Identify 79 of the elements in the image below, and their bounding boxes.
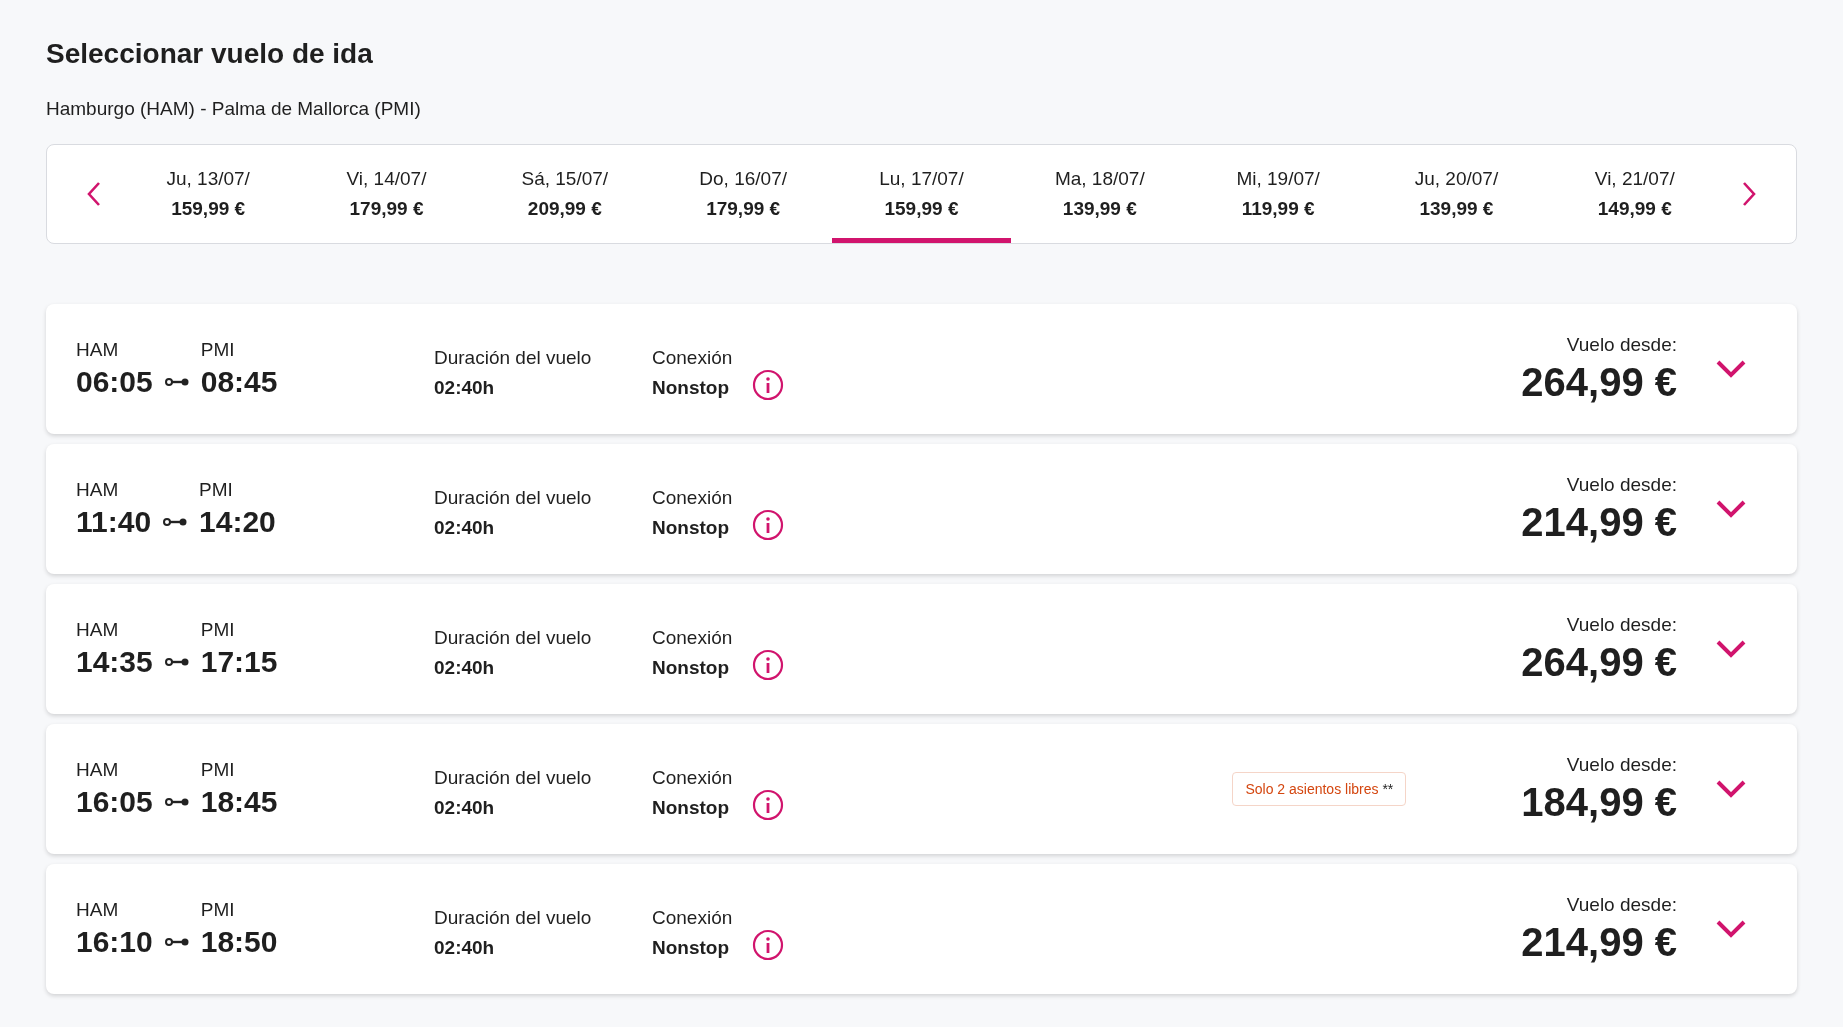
duration-value: 02:40h xyxy=(434,657,496,679)
duration-label: Duración del vuelo xyxy=(434,347,593,369)
date-tab[interactable]: Do, 16/07/ 179,99 € xyxy=(654,145,833,243)
connection-value: Nonstop xyxy=(652,797,731,819)
date-tab[interactable]: Vi, 14/07/ 179,99 € xyxy=(297,145,476,243)
chevron-left-icon[interactable] xyxy=(86,181,102,207)
arrival-time: 17:15 xyxy=(200,645,278,679)
arrival-time: 08:45 xyxy=(200,365,278,399)
info-icon[interactable] xyxy=(752,509,785,541)
airport-code: PMI xyxy=(200,759,236,781)
duration-value: 02:40h xyxy=(434,797,496,819)
airport-code: PMI xyxy=(200,339,236,361)
flight-card[interactable]: HAM 06:05 PMI 08:45 Duración del vuelo 02:40h Conexión Nonstop Vuelo desde: 264,99 € xyxy=(46,304,1797,434)
connector-icon xyxy=(164,377,189,387)
price-label: Vuelo desde: xyxy=(1566,753,1677,776)
arrival-time: 18:50 xyxy=(200,925,278,959)
date-tab[interactable]: Ma, 18/07/ 139,99 € xyxy=(1010,145,1189,243)
price-label: Vuelo desde: xyxy=(1566,613,1677,636)
date-tab[interactable]: Ju, 13/07/ 159,99 € xyxy=(119,145,298,243)
departure-time: 11:40 xyxy=(76,505,152,539)
flight-price: 214,99 € xyxy=(1521,919,1677,965)
connector-icon xyxy=(164,937,189,947)
page-title: Seleccionar vuelo de ida xyxy=(46,38,374,70)
flight-price: 264,99 € xyxy=(1521,639,1677,685)
airport-code: HAM xyxy=(76,899,120,921)
duration-label: Duración del vuelo xyxy=(434,627,593,649)
flight-card[interactable]: HAM 14:35 PMI 17:15 Duración del vuelo 02:40h Conexión Nonstop Vuelo desde: 264,99 € xyxy=(46,584,1797,714)
connection-label: Conexión xyxy=(652,767,733,789)
arrival-time: 14:20 xyxy=(199,505,276,539)
airport-code: PMI xyxy=(200,899,236,921)
date-tab[interactable]: Ju, 20/07/ 139,99 € xyxy=(1367,145,1546,243)
date-tab[interactable]: Vi, 21/07/ 149,99 € xyxy=(1545,145,1724,243)
departure-time: 16:10 xyxy=(76,925,153,959)
connection-value: Nonstop xyxy=(652,517,731,539)
chevron-right-icon[interactable] xyxy=(1740,181,1757,207)
arrival-time: 18:45 xyxy=(200,785,278,819)
connector-icon xyxy=(164,657,189,667)
connector-icon xyxy=(164,797,189,807)
airport-code: PMI xyxy=(200,619,236,641)
departure-time: 06:05 xyxy=(76,365,153,399)
flight-card[interactable]: HAM 11:40 PMI 14:20 Duración del vuelo 02:40h Conexión Nonstop Vuelo desde: 214,99 € xyxy=(46,444,1797,574)
connection-label: Conexión xyxy=(652,487,733,509)
duration-label: Duración del vuelo xyxy=(434,907,593,929)
duration-label: Duración del vuelo xyxy=(434,487,593,509)
departure-time: 16:05 xyxy=(76,785,153,819)
price-label: Vuelo desde: xyxy=(1566,333,1677,356)
date-tab[interactable]: Mi, 19/07/ 119,99 € xyxy=(1188,145,1368,243)
date-tab[interactable]: Sá, 15/07/ 209,99 € xyxy=(475,145,654,243)
connection-label: Conexión xyxy=(652,347,733,369)
airport-code: HAM xyxy=(76,479,120,501)
flight-price: 264,99 € xyxy=(1521,359,1677,405)
connection-value: Nonstop xyxy=(652,657,731,679)
connector-icon xyxy=(163,517,188,527)
airport-code: HAM xyxy=(76,759,120,781)
flight-price: 184,99 € xyxy=(1521,779,1677,825)
flight-card[interactable]: HAM 16:10 PMI 18:50 Duración del vuelo 02:40h Conexión Nonstop Vuelo desde: 214,99 € xyxy=(46,864,1797,994)
price-label: Vuelo desde: xyxy=(1566,473,1677,496)
route-text: Hamburgo (HAM) - Palma de Mallorca (PMI) xyxy=(46,98,422,120)
airport-code: PMI xyxy=(199,479,234,501)
connection-value: Nonstop xyxy=(652,377,731,399)
info-icon[interactable] xyxy=(752,789,785,821)
info-icon[interactable] xyxy=(752,369,785,401)
info-icon[interactable] xyxy=(752,649,785,681)
departure-time: 14:35 xyxy=(76,645,153,679)
duration-label: Duración del vuelo xyxy=(434,767,593,789)
duration-value: 02:40h xyxy=(434,517,496,539)
duration-value: 02:40h xyxy=(434,937,496,959)
connection-value: Nonstop xyxy=(652,937,731,959)
date-tab[interactable]: Lu, 17/07/ 159,99 € xyxy=(832,145,1011,243)
seats-left-badge: Solo 2 asientos libres ** xyxy=(1232,772,1407,806)
connection-label: Conexión xyxy=(652,627,733,649)
flight-card[interactable]: HAM 16:05 PMI 18:45 Duración del vuelo 02:40h Conexión Nonstop Solo 2 asientos libres ** Vuelo desde: 184,99 € xyxy=(46,724,1797,854)
info-icon[interactable] xyxy=(752,929,785,961)
airport-code: HAM xyxy=(76,619,120,641)
flight-price: 214,99 € xyxy=(1521,499,1677,545)
airport-code: HAM xyxy=(76,339,120,361)
connection-label: Conexión xyxy=(652,907,733,929)
price-label: Vuelo desde: xyxy=(1566,893,1677,916)
duration-value: 02:40h xyxy=(434,377,496,399)
